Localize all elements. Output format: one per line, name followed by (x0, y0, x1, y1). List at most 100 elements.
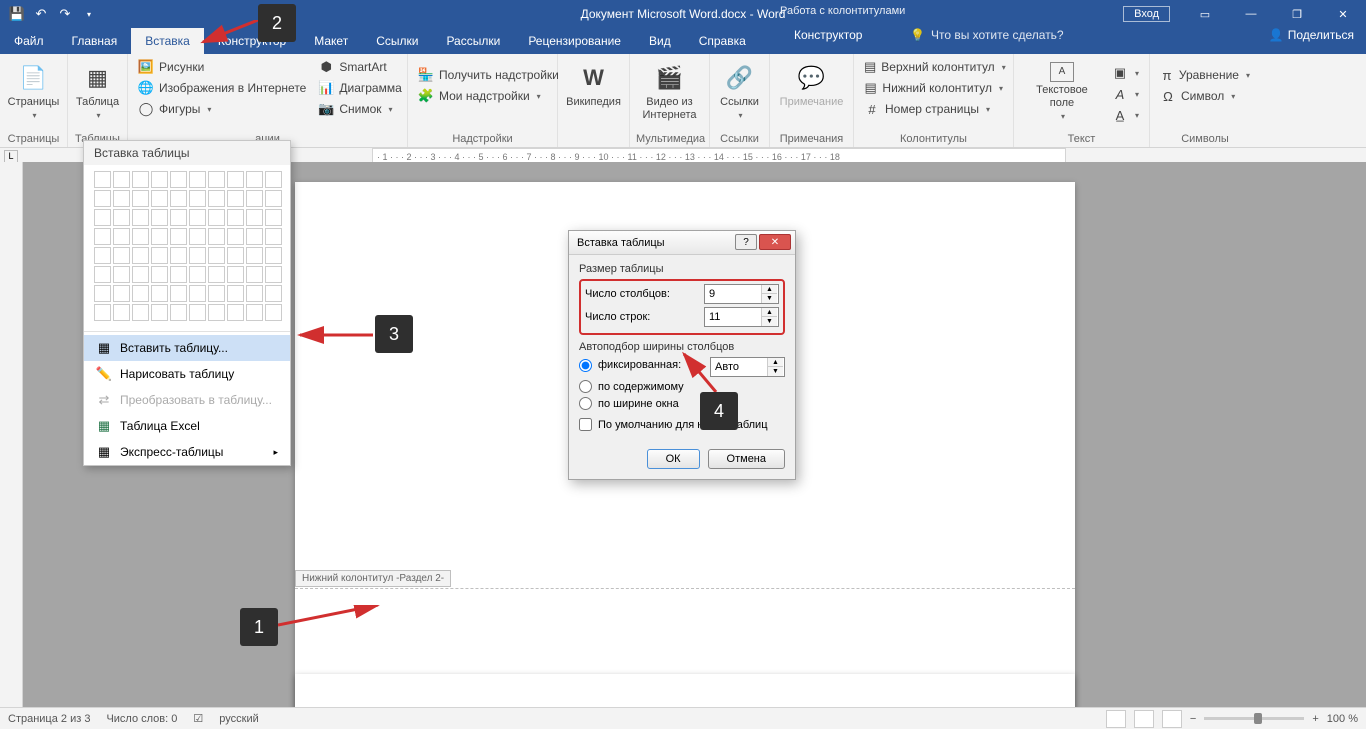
grid-cell[interactable] (132, 266, 149, 283)
grid-cell[interactable] (94, 228, 111, 245)
grid-cell[interactable] (94, 190, 111, 207)
grid-cell[interactable] (132, 171, 149, 188)
grid-cell[interactable] (113, 209, 130, 226)
grid-cell[interactable] (170, 171, 187, 188)
table-size-grid[interactable] (84, 165, 290, 328)
grid-cell[interactable] (94, 285, 111, 302)
textbox-button[interactable]: A Текстовое поле ▾ (1020, 58, 1104, 126)
grid-cell[interactable] (113, 304, 130, 321)
grid-cell[interactable] (227, 266, 244, 283)
grid-cell[interactable] (132, 228, 149, 245)
grid-cell[interactable] (189, 247, 206, 264)
grid-cell[interactable] (189, 228, 206, 245)
tab-insert[interactable]: Вставка (131, 28, 204, 54)
grid-cell[interactable] (265, 171, 282, 188)
grid-cell[interactable] (189, 285, 206, 302)
language-status[interactable]: русский (219, 713, 258, 725)
grid-cell[interactable] (132, 190, 149, 207)
rows-down-icon[interactable]: ▼ (762, 317, 777, 326)
grid-cell[interactable] (151, 285, 168, 302)
grid-cell[interactable] (265, 190, 282, 207)
qat-customize-icon[interactable]: ▾ (78, 3, 100, 25)
share-button[interactable]: 👤 Поделиться (1269, 28, 1354, 42)
get-addins-button[interactable]: 🏪Получить надстройки (414, 66, 551, 84)
content-radio[interactable] (579, 380, 592, 393)
ribbon-display-icon[interactable]: ▭ (1182, 0, 1228, 28)
grid-cell[interactable] (132, 247, 149, 264)
zoom-in-icon[interactable]: + (1312, 713, 1318, 725)
word-count[interactable]: Число слов: 0 (106, 713, 177, 725)
grid-cell[interactable] (246, 285, 263, 302)
grid-cell[interactable] (151, 190, 168, 207)
grid-cell[interactable] (208, 285, 225, 302)
grid-cell[interactable] (132, 285, 149, 302)
grid-cell[interactable] (113, 247, 130, 264)
grid-cell[interactable] (170, 285, 187, 302)
grid-cell[interactable] (265, 285, 282, 302)
grid-cell[interactable] (246, 209, 263, 226)
links-button[interactable]: 🔗 Ссылки ▾ (716, 58, 763, 125)
grid-cell[interactable] (170, 304, 187, 321)
grid-cell[interactable] (208, 209, 225, 226)
grid-cell[interactable] (208, 171, 225, 188)
view-web-icon[interactable] (1162, 710, 1182, 728)
rows-up-icon[interactable]: ▲ (762, 308, 777, 317)
dialog-help-icon[interactable]: ? (735, 234, 757, 250)
grid-cell[interactable] (113, 171, 130, 188)
smartart-button[interactable]: ⬢SmartArt (314, 58, 405, 76)
grid-cell[interactable] (265, 209, 282, 226)
table-button[interactable]: ▦ Таблица ▾ (74, 58, 121, 125)
quick-parts-button[interactable]: ▣▾ (1108, 64, 1143, 82)
redo-icon[interactable]: ↷ (54, 3, 76, 25)
shapes-button[interactable]: ◯Фигуры▾ (134, 100, 310, 118)
grid-cell[interactable] (246, 228, 263, 245)
grid-cell[interactable] (227, 247, 244, 264)
grid-cell[interactable] (246, 266, 263, 283)
default-checkbox[interactable] (579, 418, 592, 431)
dialog-title-bar[interactable]: Вставка таблицы ? ✕ (569, 231, 795, 255)
tab-mailings[interactable]: Рассылки (432, 28, 514, 54)
grid-cell[interactable] (208, 304, 225, 321)
grid-cell[interactable] (227, 209, 244, 226)
cols-spinner[interactable]: ▲▼ (704, 284, 779, 304)
tab-hf-design[interactable]: Конструктор (780, 28, 876, 42)
footer-button[interactable]: ▤Нижний колонтитул▾ (860, 79, 1007, 97)
grid-cell[interactable] (265, 228, 282, 245)
menu-insert-table[interactable]: ▦Вставить таблицу... (84, 335, 290, 361)
menu-excel-table[interactable]: ▦Таблица Excel (84, 413, 290, 439)
grid-cell[interactable] (189, 190, 206, 207)
tab-help[interactable]: Справка (685, 28, 760, 54)
rows-input[interactable] (705, 308, 761, 326)
grid-cell[interactable] (265, 304, 282, 321)
grid-cell[interactable] (265, 266, 282, 283)
page-status[interactable]: Страница 2 из 3 (8, 713, 90, 725)
tab-home[interactable]: Главная (58, 28, 132, 54)
fixed-down-icon[interactable]: ▼ (768, 367, 783, 376)
tab-references[interactable]: Ссылки (362, 28, 432, 54)
dropcap-button[interactable]: A̲▾ (1108, 106, 1143, 124)
grid-cell[interactable] (227, 171, 244, 188)
grid-cell[interactable] (246, 190, 263, 207)
menu-draw-table[interactable]: ✏️Нарисовать таблицу (84, 361, 290, 387)
grid-cell[interactable] (246, 171, 263, 188)
chart-button[interactable]: 📊Диаграмма (314, 79, 405, 97)
wikipedia-button[interactable]: W Википедия (564, 58, 623, 113)
ok-button[interactable]: ОК (647, 449, 700, 469)
grid-cell[interactable] (189, 171, 206, 188)
fixed-up-icon[interactable]: ▲ (768, 358, 783, 367)
tab-layout[interactable]: Макет (300, 28, 362, 54)
grid-cell[interactable] (246, 247, 263, 264)
grid-cell[interactable] (227, 304, 244, 321)
window-radio[interactable] (579, 397, 592, 410)
tab-review[interactable]: Рецензирование (514, 28, 635, 54)
dialog-close-icon[interactable]: ✕ (759, 234, 791, 250)
tab-view[interactable]: Вид (635, 28, 685, 54)
grid-cell[interactable] (151, 171, 168, 188)
cancel-button[interactable]: Отмена (708, 449, 785, 469)
grid-cell[interactable] (151, 266, 168, 283)
equation-button[interactable]: πУравнение▾ (1156, 66, 1254, 84)
grid-cell[interactable] (170, 209, 187, 226)
grid-cell[interactable] (227, 190, 244, 207)
grid-cell[interactable] (151, 304, 168, 321)
grid-cell[interactable] (170, 266, 187, 283)
